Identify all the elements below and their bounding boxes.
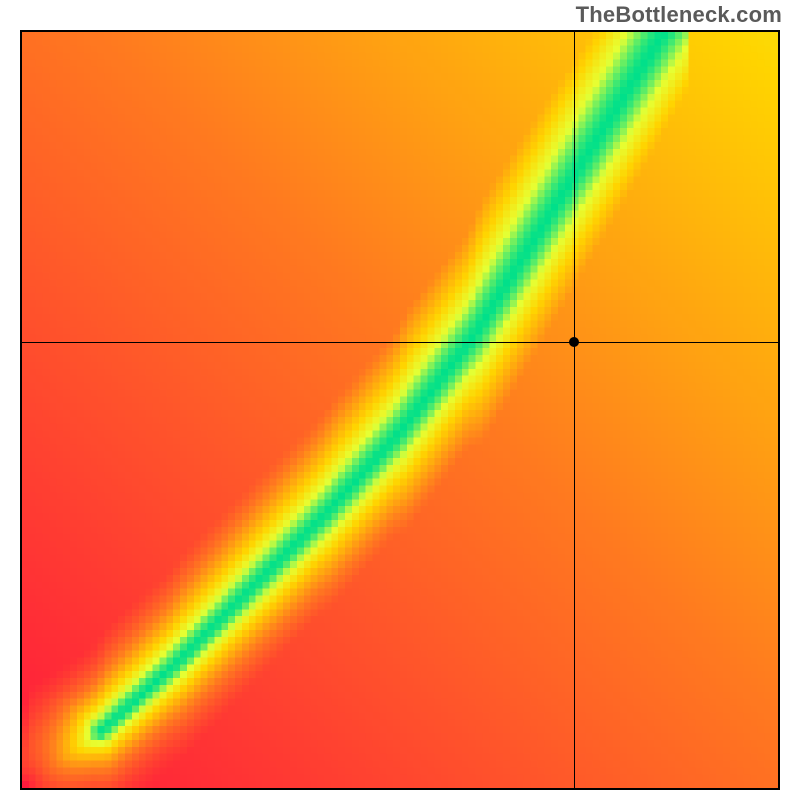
heatmap-canvas: [22, 32, 778, 788]
watermark-text: TheBottleneck.com: [576, 2, 782, 28]
plot-area: [20, 30, 780, 790]
chart-container: { "watermark": "TheBottleneck.com", "cha…: [0, 0, 800, 800]
